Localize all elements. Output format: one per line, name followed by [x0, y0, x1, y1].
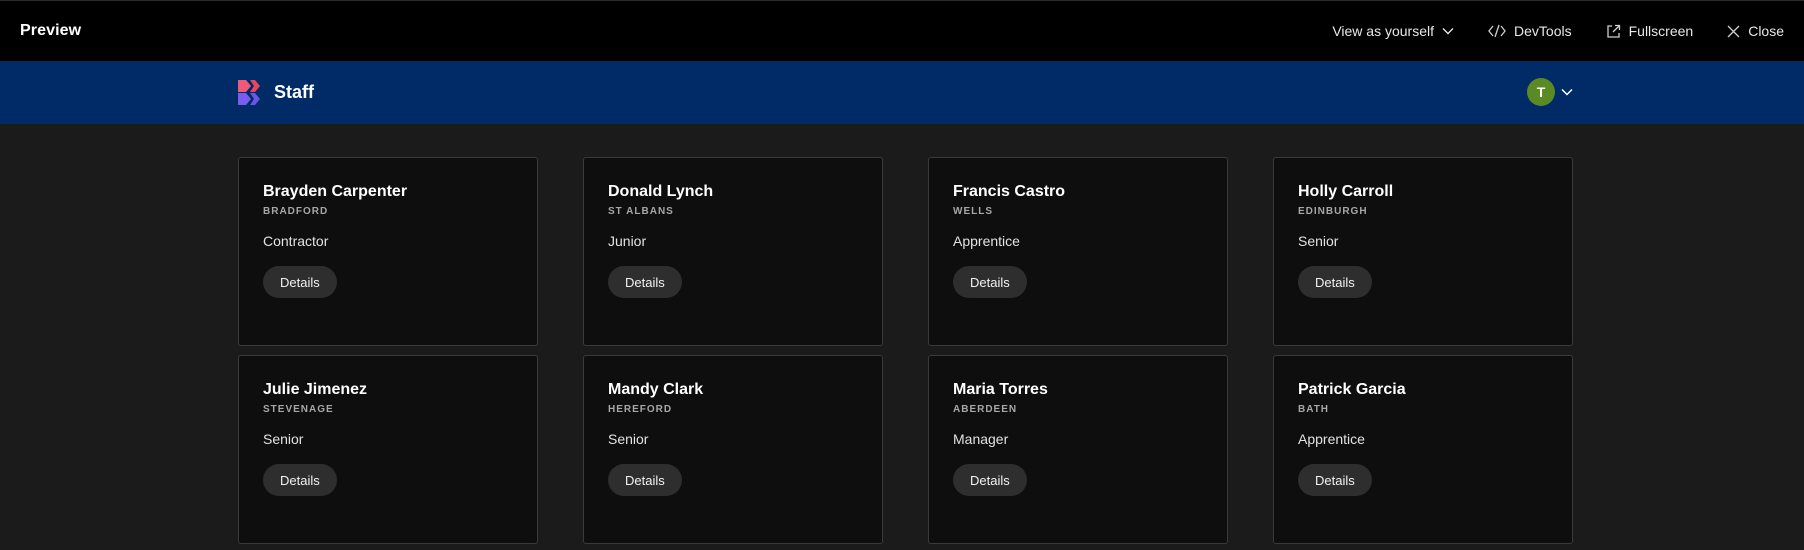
staff-name: Mandy Clark: [608, 381, 704, 398]
staff-role: Senior: [1298, 233, 1339, 249]
details-button[interactable]: Details: [1298, 464, 1372, 496]
staff-name: Donald Lynch: [608, 183, 714, 200]
staff-role: Senior: [263, 431, 304, 447]
staff-city: BRADFORD: [263, 206, 329, 217]
app-header: Staff T: [0, 61, 1804, 124]
app-name: Staff: [274, 82, 314, 102]
staff-city: ST ALBANS: [608, 206, 674, 217]
staff-card: Holly Carroll EDINBURGH Senior Details: [1273, 157, 1573, 346]
staff-name: Brayden Carpenter: [263, 183, 408, 200]
avatar: T: [1527, 78, 1555, 106]
chevron-down-icon: [1561, 88, 1573, 96]
close-icon: [1727, 25, 1740, 37]
devtools-button[interactable]: DevTools: [1488, 23, 1572, 39]
fullscreen-label: Fullscreen: [1628, 23, 1694, 39]
details-button[interactable]: Details: [608, 266, 682, 298]
details-button[interactable]: Details: [953, 464, 1027, 496]
staff-role: Apprentice: [953, 233, 1020, 249]
staff-name: Patrick Garcia: [1298, 381, 1406, 398]
staff-city: ABERDEEN: [953, 404, 1018, 415]
preview-actions: View as yourself DevTools Fullscreen Clo…: [1332, 23, 1784, 39]
staff-role: Contractor: [263, 233, 329, 249]
staff-city: STEVENAGE: [263, 404, 334, 415]
details-button[interactable]: Details: [1298, 266, 1372, 298]
staff-card: Mandy Clark HEREFORD Senior Details: [583, 355, 883, 544]
staff-role: Apprentice: [1298, 431, 1365, 447]
view-as-dropdown[interactable]: View as yourself: [1332, 23, 1454, 39]
details-button[interactable]: Details: [263, 266, 337, 298]
devtools-label: DevTools: [1514, 23, 1572, 39]
staff-role: Junior: [608, 233, 647, 249]
staff-role: Manager: [953, 431, 1009, 447]
staff-city: BATH: [1298, 404, 1330, 415]
brand[interactable]: Staff: [238, 80, 314, 105]
app-logo-icon: [238, 80, 260, 105]
preview-bar: Preview View as yourself DevTools Fullsc…: [0, 0, 1804, 61]
view-as-label: View as yourself: [1332, 23, 1435, 39]
close-button[interactable]: Close: [1727, 23, 1784, 39]
staff-name: Julie Jimenez: [263, 381, 368, 398]
staff-role: Senior: [608, 431, 649, 447]
staff-grid: Brayden Carpenter BRADFORD Contractor De…: [238, 157, 1574, 544]
chevron-down-icon: [1442, 28, 1454, 35]
staff-card: Brayden Carpenter BRADFORD Contractor De…: [238, 157, 538, 346]
staff-card: Donald Lynch ST ALBANS Junior Details: [583, 157, 883, 346]
fullscreen-button[interactable]: Fullscreen: [1606, 23, 1694, 39]
staff-card: Julie Jimenez STEVENAGE Senior Details: [238, 355, 538, 544]
staff-card: Francis Castro WELLS Apprentice Details: [928, 157, 1228, 346]
staff-city: HEREFORD: [608, 404, 673, 415]
staff-name: Holly Carroll: [1298, 183, 1394, 200]
staff-card: Patrick Garcia BATH Apprentice Details: [1273, 355, 1573, 544]
details-button[interactable]: Details: [263, 464, 337, 496]
details-button[interactable]: Details: [608, 464, 682, 496]
user-menu[interactable]: T: [1527, 78, 1573, 106]
staff-name: Maria Torres: [953, 381, 1048, 398]
external-link-icon: [1606, 24, 1620, 38]
preview-title: Preview: [20, 22, 82, 39]
staff-city: EDINBURGH: [1298, 206, 1368, 217]
close-label: Close: [1748, 23, 1784, 39]
staff-city: WELLS: [953, 206, 993, 217]
details-button[interactable]: Details: [953, 266, 1027, 298]
code-icon: [1488, 24, 1506, 38]
staff-name: Francis Castro: [953, 183, 1066, 200]
staff-card: Maria Torres ABERDEEN Manager Details: [928, 355, 1228, 544]
